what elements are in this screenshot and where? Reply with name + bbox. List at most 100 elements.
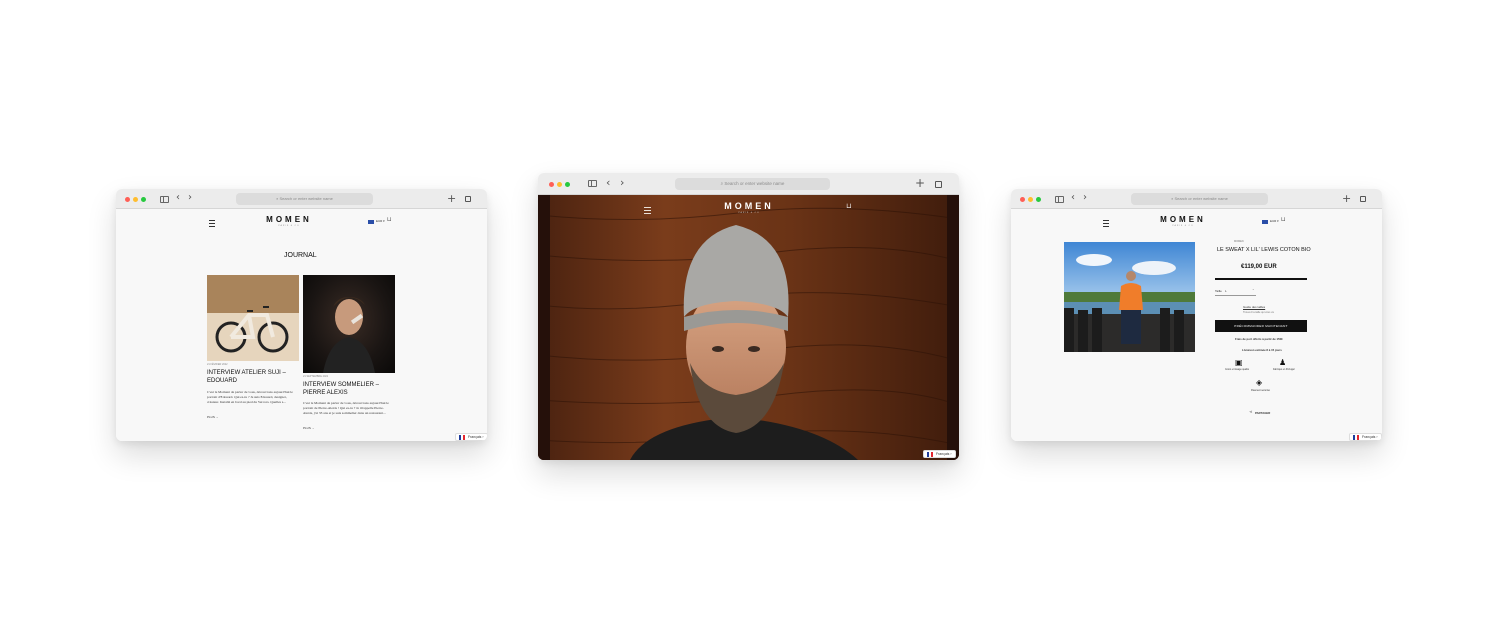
menu-icon[interactable] xyxy=(209,220,215,229)
plus-icon[interactable]: + xyxy=(915,177,925,189)
craftsman-icon: ♟ xyxy=(1279,358,1287,367)
france-flag-icon xyxy=(927,451,933,457)
article-title[interactable]: INTERVIEW ATELIER SUJI – EDOUARD xyxy=(207,369,299,385)
chevron-left-icon[interactable]: ‹ xyxy=(1071,193,1075,203)
chevron-right-icon: › xyxy=(950,452,952,456)
browser-window-journal: ‹ › ⌕ Search or enter website name + MOM… xyxy=(116,189,487,441)
address-bar-placeholder: Search or enter website name xyxy=(724,181,785,186)
chevron-right-icon[interactable]: › xyxy=(1083,193,1087,203)
bicycle-illustration xyxy=(207,275,299,361)
browser-toolbar: ‹ › ⌕ Search or enter website name + xyxy=(116,189,487,209)
address-bar[interactable]: ⌕ Search or enter website name xyxy=(236,193,373,205)
close-window-button[interactable] xyxy=(125,197,130,202)
product-image[interactable] xyxy=(1064,242,1195,352)
tabs-overview-icon[interactable] xyxy=(933,181,942,191)
article-date: 21 SEPTEMBRE 2021 xyxy=(303,375,329,378)
maximize-window-button[interactable] xyxy=(1036,197,1041,202)
article-image-bike[interactable] xyxy=(207,275,299,361)
browser-window-product: ‹ › ⌕ Search or enter website name + MOM… xyxy=(1011,189,1382,441)
menu-icon[interactable] xyxy=(644,207,651,216)
product-vendor: MOMEN xyxy=(1234,240,1244,243)
plus-icon[interactable]: + xyxy=(1342,193,1351,204)
browser-toolbar: ‹ › ⌕ Search or enter website name + xyxy=(1011,189,1382,209)
address-bar-placeholder: Search or enter website name xyxy=(279,196,333,201)
cart-icon[interactable]: ⊔ xyxy=(1281,217,1286,223)
read-more-link[interactable]: PLUS → xyxy=(303,426,315,430)
brand-logo[interactable]: MOMEN xyxy=(718,201,780,211)
brand-logo[interactable]: MOMEN xyxy=(1155,215,1211,224)
size-note: Trouvez la taille qui vous va xyxy=(1243,311,1274,314)
minimize-window-button[interactable] xyxy=(1028,197,1033,202)
chevron-left-icon[interactable]: ‹ xyxy=(606,177,610,188)
maximize-window-button[interactable] xyxy=(141,197,146,202)
package-icon: ▣ xyxy=(1235,358,1243,367)
chevron-right-icon: › xyxy=(482,435,484,439)
minimize-window-button[interactable] xyxy=(557,182,562,187)
chevron-right-icon[interactable]: › xyxy=(188,193,192,203)
browser-toolbar: ‹ › ⌕ Search or enter website name + xyxy=(538,173,959,195)
language-selector[interactable]: Français › xyxy=(923,450,956,458)
size-label: Taille xyxy=(1215,289,1222,293)
hero-section: MOMEN PARIS & CO ⊔ Français › xyxy=(538,195,959,460)
cart-icon[interactable]: ⊔ xyxy=(387,217,392,223)
product-photo-illustration xyxy=(1064,242,1195,352)
brand-logo[interactable]: MOMEN xyxy=(261,215,317,224)
sidebar-toggle-icon[interactable] xyxy=(160,196,169,203)
article-title[interactable]: INTERVIEW SOMMELIER – PIERRE ALEXIS xyxy=(303,381,395,397)
sidebar-toggle-icon[interactable] xyxy=(1055,196,1064,203)
size-underline xyxy=(1215,295,1256,296)
language-label: Français xyxy=(1362,435,1376,439)
france-flag-icon xyxy=(1353,434,1359,440)
language-label: Français xyxy=(468,435,482,439)
preorder-button[interactable]: PRÉCOMMANDER MAINTENANT xyxy=(1215,320,1307,332)
chevron-right-icon[interactable]: › xyxy=(620,177,624,188)
size-select[interactable]: L xyxy=(1225,289,1227,293)
chevron-left-icon[interactable]: ‹ xyxy=(176,193,180,203)
brand-tagline: PARIS & CO xyxy=(738,212,760,214)
address-bar[interactable]: ⌕ Search or enter website name xyxy=(675,178,830,190)
chevron-down-icon[interactable]: ⌄ xyxy=(1252,288,1255,291)
currency-selector[interactable]: EUR ▾ xyxy=(376,219,385,223)
tabs-overview-icon[interactable] xyxy=(463,196,471,205)
minimize-window-button[interactable] xyxy=(133,197,138,202)
cart-icon[interactable]: ⊔ xyxy=(846,203,851,210)
tabs-overview-icon[interactable] xyxy=(1358,196,1366,205)
size-guide-link[interactable]: Guide des tailles xyxy=(1243,305,1265,309)
address-bar-placeholder: Search or enter website name xyxy=(1174,196,1228,201)
maximize-window-button[interactable] xyxy=(565,182,570,187)
language-selector[interactable]: Français › xyxy=(1349,433,1382,441)
sidebar-toggle-icon[interactable] xyxy=(588,180,597,187)
page-content: MOMEN PARIS & CO EUR ▾ ⊔ JOURNAL 21 FÉVR… xyxy=(116,209,487,441)
article-excerpt: C'est le Moment de parler de vous, décou… xyxy=(303,401,389,415)
share-link[interactable]: PARTAGER xyxy=(1255,411,1270,415)
france-flag-icon xyxy=(459,434,465,440)
language-selector[interactable]: Français › xyxy=(455,433,487,441)
product-title: LE SWEAT X LIL' LEWIS COTON BIO xyxy=(1217,247,1311,253)
brand-tagline: PARIS & CO xyxy=(278,225,300,227)
read-more-link[interactable]: PLUS → xyxy=(207,415,219,419)
menu-icon[interactable] xyxy=(1103,220,1109,229)
plus-icon[interactable]: + xyxy=(447,193,456,204)
currency-selector[interactable]: EUR ▾ xyxy=(1270,219,1279,223)
article-excerpt: C'est le Moment de parler de vous, décou… xyxy=(207,390,293,404)
secure-payment-icon: ◈ xyxy=(1256,378,1263,387)
eu-flag-icon xyxy=(1262,220,1268,224)
browser-window-home: ‹ › ⌕ Search or enter website name + MOM… xyxy=(538,173,959,460)
page-title: JOURNAL xyxy=(284,252,317,259)
article-image-sommelier[interactable] xyxy=(303,275,395,373)
preorder-button-label: PRÉCOMMANDER MAINTENANT xyxy=(1234,324,1288,328)
feature-quality: Coton et tissage qualité xyxy=(1225,369,1250,371)
close-window-button[interactable] xyxy=(549,182,554,187)
feature-made-in: Fabriqué en Portugal xyxy=(1273,369,1295,371)
brand-tagline: PARIS & CO xyxy=(1172,225,1194,227)
price-divider xyxy=(1215,278,1307,280)
portrait-illustration xyxy=(323,297,375,373)
eu-flag-icon xyxy=(368,220,374,224)
chevron-right-icon: › xyxy=(1376,435,1378,439)
address-bar[interactable]: ⌕ Search or enter website name xyxy=(1131,193,1268,205)
close-window-button[interactable] xyxy=(1020,197,1025,202)
share-icon[interactable]: ⋖ xyxy=(1249,410,1252,414)
delivery-info: Livraison estimée 8 à 15 jours xyxy=(1242,348,1282,352)
hero-image-man-beanie xyxy=(538,195,959,460)
page-content: MOMEN PARIS & CO EUR ▾ ⊔ MOMEN LE SWEAT … xyxy=(1011,209,1382,441)
